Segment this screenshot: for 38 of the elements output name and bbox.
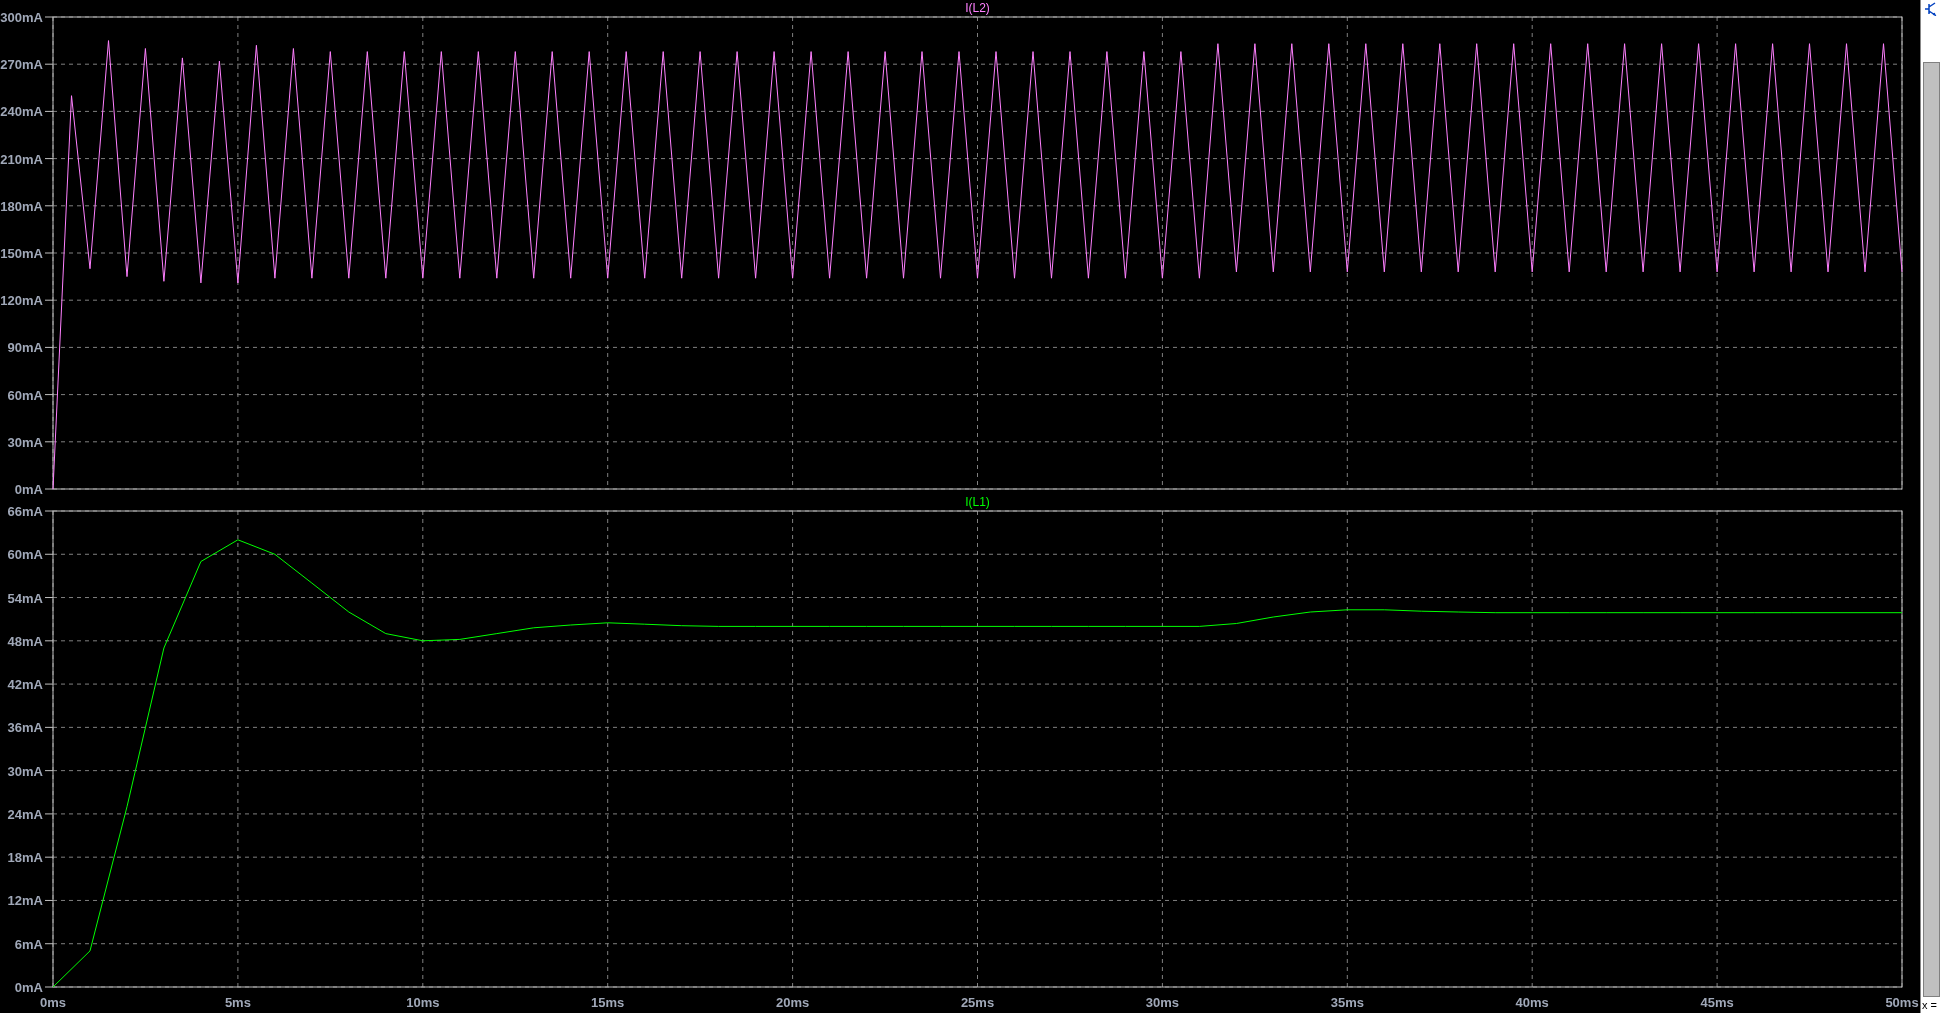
y-tick-label: 6mA bbox=[14, 936, 43, 952]
x-tick-label: 10ms bbox=[406, 995, 440, 1010]
x-tick-label: 0ms bbox=[40, 995, 66, 1010]
x-tick-label: 40ms bbox=[1515, 995, 1549, 1010]
y-tick-label: 18mA bbox=[7, 850, 43, 866]
y-tick-label: 36mA bbox=[7, 720, 43, 736]
y-tick-label: 210mA bbox=[0, 151, 43, 167]
y-tick-label: 300mA bbox=[0, 10, 43, 25]
trace-title: I(L1) bbox=[965, 495, 990, 509]
y-tick-label: 24mA bbox=[7, 806, 43, 822]
y-tick-label: 120mA bbox=[0, 293, 43, 309]
y-tick-label: 30mA bbox=[7, 763, 43, 779]
x-tick-label: 50ms bbox=[1885, 995, 1919, 1010]
x-tick-label: 5ms bbox=[224, 995, 251, 1010]
y-tick-label: 180mA bbox=[0, 198, 43, 214]
x-tick-label: 15ms bbox=[591, 995, 625, 1010]
y-tick-label: 0mA bbox=[14, 482, 43, 495]
trace-title: I(L2) bbox=[965, 1, 990, 15]
y-tick-label: 42mA bbox=[7, 677, 43, 693]
y-tick-label: 0mA bbox=[14, 980, 43, 995]
x-tick-label: 25ms bbox=[960, 995, 995, 1010]
x-tick-label: 35ms bbox=[1330, 995, 1364, 1010]
y-tick-label: 60mA bbox=[7, 547, 43, 563]
y-tick-label: 270mA bbox=[0, 57, 43, 73]
cursor-readout: x = bbox=[1921, 998, 1938, 1013]
y-tick-label: 150mA bbox=[0, 246, 43, 261]
y-tick-label: 48mA bbox=[7, 633, 43, 649]
x-tick-label: 45ms bbox=[1700, 995, 1734, 1010]
y-tick-label: 12mA bbox=[7, 893, 43, 909]
y-tick-label: 54mA bbox=[7, 590, 43, 606]
y-tick-label: 60mA bbox=[7, 387, 43, 403]
y-tick-label: 240mA bbox=[0, 104, 43, 120]
y-tick-label: 66mA bbox=[7, 504, 43, 519]
x-tick-label: 20ms bbox=[775, 995, 810, 1010]
transistor-icon[interactable] bbox=[1923, 2, 1938, 16]
x-tick-label: 30ms bbox=[1145, 995, 1180, 1010]
y-tick-label: 90mA bbox=[7, 340, 43, 356]
y-tick-label: 30mA bbox=[7, 434, 43, 450]
